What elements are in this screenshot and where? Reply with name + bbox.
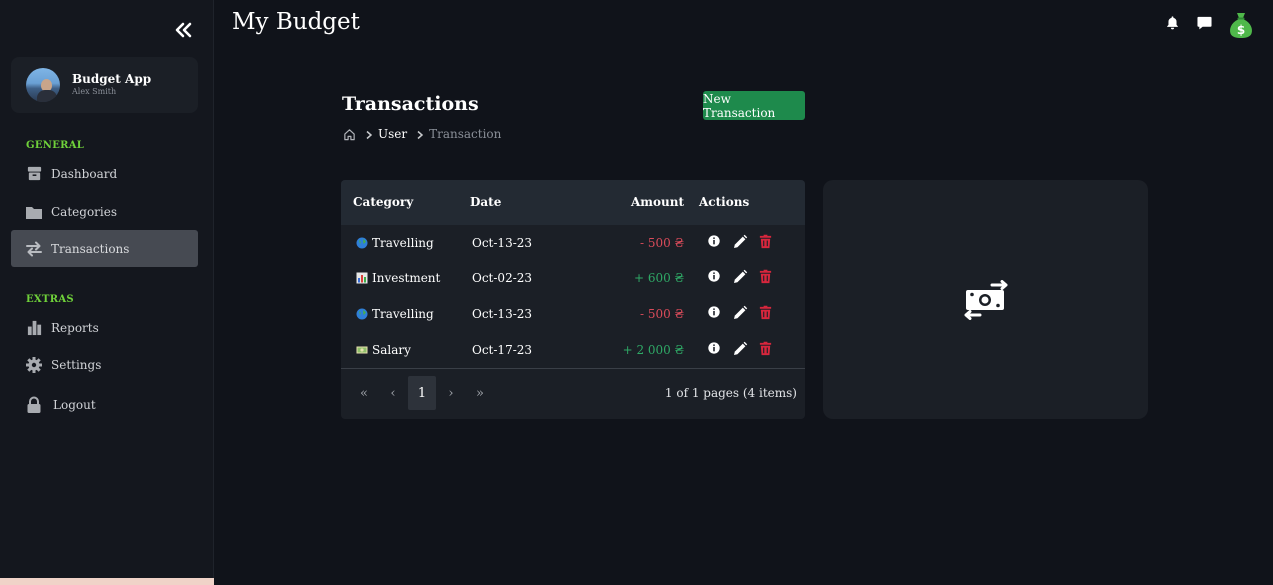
gear-icon (25, 356, 43, 374)
edit-icon[interactable] (732, 305, 748, 321)
amount-cell: - 500 ₴ (640, 236, 684, 250)
money-bag-icon[interactable]: $ (1228, 11, 1254, 39)
next-page-button[interactable]: › (437, 376, 465, 410)
amount-cell: - 500 ₴ (640, 307, 684, 321)
sidebar-item-categories[interactable]: Categories (11, 193, 198, 230)
sidebar-item-reports[interactable]: Reports (11, 309, 198, 346)
transactions-table: Category Date Amount Actions Travelling … (341, 180, 805, 419)
table-divider (341, 368, 805, 369)
profile-subtitle: Alex Smith (72, 87, 117, 96)
breadcrumb-user-link[interactable]: User (378, 127, 407, 141)
money-transfer-icon (962, 280, 1010, 320)
sidebar: Budget App Alex Smith GENERAL Dashboard … (0, 0, 214, 585)
chevron-right-icon (415, 129, 425, 140)
category-label: Investment (372, 271, 441, 285)
profile-card[interactable]: Budget App Alex Smith (11, 57, 198, 113)
category-label: Travelling (372, 236, 434, 250)
column-header-date[interactable]: Date (470, 195, 501, 209)
delete-icon[interactable] (758, 305, 774, 321)
first-page-button[interactable]: « (350, 376, 378, 410)
sidebar-item-transactions[interactable]: Transactions (11, 230, 198, 267)
table-row[interactable]: Investment Oct-02-23 + 600 ₴ (341, 260, 805, 296)
sidebar-item-label: Categories (51, 204, 117, 219)
info-icon[interactable] (707, 341, 723, 357)
globe-icon (356, 237, 368, 249)
sidebar-item-label: Transactions (51, 241, 130, 256)
new-transaction-button[interactable]: New Transaction (703, 91, 805, 120)
chevron-right-icon (364, 129, 374, 140)
amount-cell: + 2 000 ₴ (622, 343, 684, 357)
info-icon[interactable] (707, 305, 723, 321)
column-header-actions: Actions (699, 195, 750, 209)
illustration-panel (823, 180, 1148, 419)
page-title: Transactions (342, 93, 479, 115)
category-cell: Salary (356, 343, 411, 357)
table-row[interactable]: Travelling Oct-13-23 - 500 ₴ (341, 296, 805, 332)
folder-icon (25, 203, 43, 221)
delete-icon[interactable] (758, 341, 774, 357)
sidebar-item-label: Logout (53, 397, 96, 412)
message-icon[interactable] (1197, 15, 1213, 31)
breadcrumb-current: Transaction (429, 127, 502, 141)
amount-cell: + 600 ₴ (634, 271, 684, 285)
page-number-button[interactable]: 1 (408, 376, 436, 410)
swap-arrows-icon (25, 240, 43, 258)
sidebar-item-logout[interactable]: Logout (11, 386, 198, 423)
box-icon (25, 165, 43, 183)
last-page-button[interactable]: » (466, 376, 494, 410)
delete-icon[interactable] (758, 234, 774, 250)
prev-page-button[interactable]: ‹ (379, 376, 407, 410)
collapse-sidebar-icon[interactable] (174, 20, 194, 40)
chart-icon (356, 272, 368, 284)
avatar (26, 68, 60, 102)
date-cell: Oct-13-23 (472, 307, 533, 321)
bar-chart-icon (25, 319, 43, 337)
sidebar-item-settings[interactable]: Settings (11, 346, 198, 383)
app-title: My Budget (232, 9, 360, 35)
date-cell: Oct-02-23 (472, 271, 533, 285)
column-header-category[interactable]: Category (353, 195, 413, 209)
section-label-extras: EXTRAS (26, 294, 74, 305)
svg-text:$: $ (1237, 23, 1245, 37)
category-cell: Travelling (356, 236, 434, 250)
cash-icon (356, 344, 368, 356)
section-label-general: GENERAL (26, 140, 85, 151)
delete-icon[interactable] (758, 269, 774, 285)
info-icon[interactable] (707, 269, 723, 285)
pagination-info: 1 of 1 pages (4 items) (664, 386, 797, 400)
sidebar-item-dashboard[interactable]: Dashboard (11, 155, 198, 192)
edit-icon[interactable] (732, 269, 748, 285)
bell-icon[interactable] (1165, 15, 1181, 31)
home-icon[interactable] (343, 128, 356, 141)
category-label: Travelling (372, 307, 434, 321)
status-strip (0, 578, 214, 585)
profile-name: Budget App (72, 72, 152, 86)
category-cell: Travelling (356, 307, 434, 321)
category-cell: Investment (356, 271, 440, 285)
column-header-amount[interactable]: Amount (631, 195, 684, 209)
table-header: Category Date Amount Actions (341, 180, 805, 225)
date-cell: Oct-13-23 (472, 236, 533, 250)
lock-icon (25, 396, 43, 414)
edit-icon[interactable] (732, 341, 748, 357)
sidebar-item-label: Dashboard (51, 166, 118, 181)
info-icon[interactable] (707, 234, 723, 250)
edit-icon[interactable] (732, 234, 748, 250)
sidebar-item-label: Reports (51, 320, 99, 335)
category-label: Salary (372, 343, 411, 357)
table-row[interactable]: Travelling Oct-13-23 - 500 ₴ (341, 225, 805, 261)
table-row[interactable]: Salary Oct-17-23 + 2 000 ₴ (341, 332, 805, 368)
breadcrumb: User Transaction (343, 127, 501, 141)
sidebar-item-label: Settings (51, 357, 102, 372)
date-cell: Oct-17-23 (472, 343, 533, 357)
globe-icon (356, 308, 368, 320)
